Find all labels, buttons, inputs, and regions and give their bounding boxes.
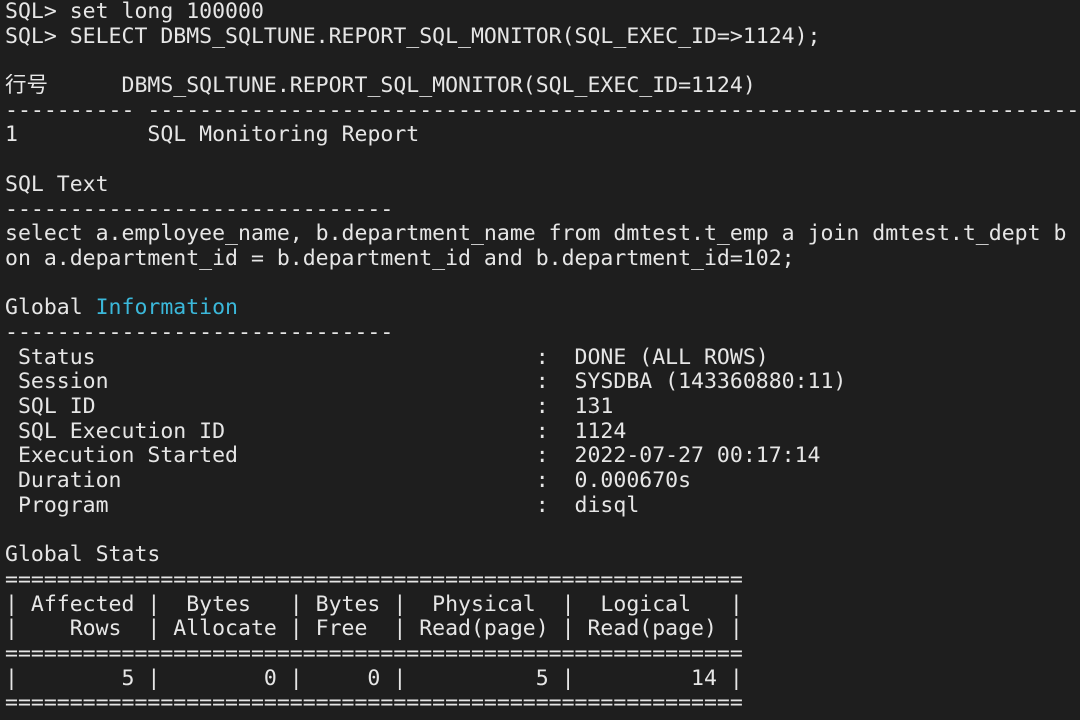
global-info-rule: ------------------------------	[5, 321, 1080, 346]
stats-border: ========================================…	[5, 691, 1080, 716]
sql-text-rule: ------------------------------	[5, 198, 1080, 223]
report-title: SQL Monitoring Report	[147, 123, 419, 147]
row-number-header: 行号	[5, 74, 57, 99]
info-row: SQL Execution ID: 1124	[5, 420, 1080, 445]
info-value: disql	[575, 494, 640, 518]
command-line: SQL> set long 100000	[5, 0, 1080, 25]
command-line: SQL> SELECT DBMS_SQLTUNE.REPORT_SQL_MONI…	[5, 25, 1080, 50]
blank-line	[5, 49, 1080, 74]
result-header: 行号 DBMS_SQLTUNE.REPORT_SQL_MONITOR(SQL_E…	[5, 74, 1080, 99]
info-row: Status: DONE (ALL ROWS)	[5, 346, 1080, 371]
row-number: 1	[5, 123, 18, 147]
info-row: Duration: 0.000670s	[5, 469, 1080, 494]
stats-values-row: | 5 | 0 | 0 | 5 | 14 |	[5, 667, 1080, 692]
header-separator: ---------- -----------------------------…	[5, 99, 1080, 124]
heading-highlight: Information	[96, 296, 238, 320]
info-value: DONE (ALL ROWS)	[575, 346, 769, 370]
sql-text-line: select a.employee_name, b.department_nam…	[5, 222, 1080, 247]
info-key: Execution Started	[18, 444, 536, 469]
stats-border: ========================================…	[5, 568, 1080, 593]
info-row: Session: SYSDBA (143360880:11)	[5, 370, 1080, 395]
info-row: Program: disql	[5, 494, 1080, 519]
sql-text-heading: SQL Text	[5, 173, 1080, 198]
info-key: Duration	[18, 469, 536, 494]
info-value: 1124	[575, 420, 627, 444]
info-key: Program	[18, 494, 536, 519]
info-key: Status	[18, 346, 536, 371]
global-info-list: Status: DONE (ALL ROWS) Session: SYSDBA …	[5, 346, 1080, 519]
result-row: 1 SQL Monitoring Report	[5, 123, 1080, 148]
global-stats-heading: Global Stats	[5, 543, 1080, 568]
sql-text-line: on a.department_id = b.department_id and…	[5, 247, 1080, 272]
info-key: Session	[18, 370, 536, 395]
global-info-heading: Global Information	[5, 296, 1080, 321]
stats-header-row: | Affected | Bytes | Bytes | Physical | …	[5, 593, 1080, 618]
column-header: DBMS_SQLTUNE.REPORT_SQL_MONITOR(SQL_EXEC…	[122, 74, 756, 98]
info-value: 131	[575, 395, 614, 419]
stats-header-row: | Rows | Allocate | Free | Read(page) | …	[5, 617, 1080, 642]
info-value: 0.000670s	[575, 469, 692, 493]
info-value: 2022-07-27 00:17:14	[575, 444, 821, 468]
stats-border: ========================================…	[5, 642, 1080, 667]
blank-line	[5, 518, 1080, 543]
info-row: SQL ID: 131	[5, 395, 1080, 420]
blank-line	[5, 272, 1080, 297]
info-key: SQL Execution ID	[18, 420, 536, 445]
info-value: SYSDBA (143360880:11)	[575, 370, 847, 394]
info-key: SQL ID	[18, 395, 536, 420]
terminal[interactable]: SQL> set long 100000SQL> SELECT DBMS_SQL…	[0, 0, 1080, 716]
blank-line	[5, 148, 1080, 173]
info-row: Execution Started: 2022-07-27 00:17:14	[5, 444, 1080, 469]
heading-text: Global	[5, 296, 96, 320]
